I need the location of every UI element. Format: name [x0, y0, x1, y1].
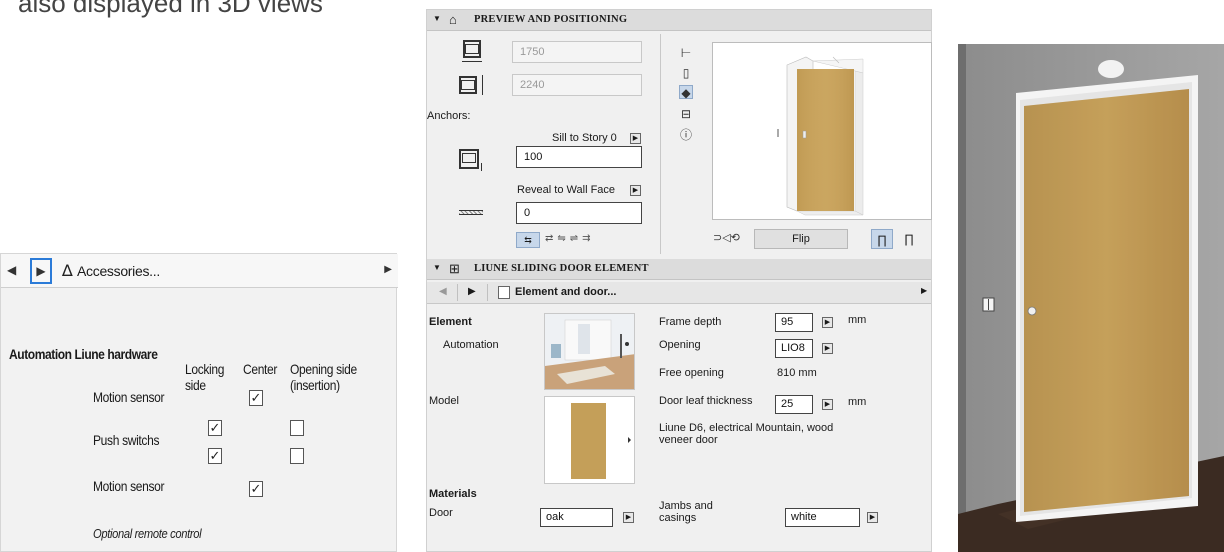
door-material-label: Door	[429, 507, 453, 519]
element-tab-title[interactable]: Element and door...	[515, 286, 616, 298]
checkbox-push-opening-2[interactable]	[290, 448, 304, 464]
automation-thumbnail[interactable]	[544, 313, 635, 390]
column-header-locking: Locking side	[185, 361, 225, 393]
tab-page-icon	[498, 286, 510, 299]
accessories-panel: ◀ ▶ ∆ Accessories... ▶ Automation Liune …	[0, 253, 398, 552]
jambs-material-field[interactable]: white	[785, 508, 860, 527]
door-preview-icon: ⌂	[449, 12, 458, 27]
element-tab-bar: ◀ ▶ Element and door... ▶	[427, 282, 931, 304]
reveal-anchor-menu-arrow[interactable]: ▶	[630, 185, 641, 196]
leaf-thickness-label: Door leaf thickness	[659, 395, 753, 407]
element-section-header[interactable]: ▼ ⊞ LIUNE SLIDING DOOR ELEMENT	[427, 259, 931, 280]
reveal-icon	[459, 200, 485, 224]
element-section-title: LIUNE SLIDING DOOR ELEMENT	[474, 263, 649, 274]
automation-section-title: Automation Liune hardware	[9, 346, 158, 362]
frame-depth-field[interactable]: 95	[775, 313, 813, 332]
row-label-motion-sensor-2: Motion sensor	[93, 478, 165, 494]
info-icon[interactable]: ⓘ	[679, 128, 693, 142]
settings-panel: ▼ ⌂ PREVIEW AND POSITIONING 1750 2240 An…	[426, 9, 932, 552]
sill-field[interactable]: 100	[516, 146, 642, 168]
swing-direction-icon[interactable]: ⊃◁⟲	[713, 231, 740, 244]
free-opening-label: Free opening	[659, 367, 724, 379]
floor-plan-view-icon[interactable]: ⊢	[679, 46, 693, 60]
3d-view-icon[interactable]: ◆	[679, 85, 693, 100]
prev-page-button[interactable]: ◀	[7, 263, 16, 277]
materials-label: Materials	[429, 488, 477, 500]
leaf-thickness-field[interactable]: 25	[775, 395, 813, 414]
opening-field[interactable]: LIO8	[775, 339, 813, 358]
checkbox-motion2-center[interactable]: ✓	[249, 481, 263, 497]
accessories-tab-title[interactable]: Accessories...	[77, 263, 160, 279]
opening-label: Opening	[659, 339, 701, 351]
checkbox-push-locking-2[interactable]: ✓	[208, 448, 222, 464]
next-tab-button[interactable]: ▶	[468, 286, 476, 297]
column-header-center: Center	[243, 361, 278, 377]
sill-height-icon	[459, 149, 485, 173]
height-field[interactable]: 2240	[512, 74, 642, 96]
free-opening-value: 810 mm	[777, 367, 817, 379]
align-inside-button[interactable]: ∏	[871, 229, 893, 249]
frame-depth-label: Frame depth	[659, 316, 722, 328]
accessories-icon: ∆	[62, 261, 73, 280]
opening-menu-arrow[interactable]: ▶	[822, 343, 833, 354]
row-label-motion-sensor: Motion sensor	[93, 389, 165, 405]
leaf-thickness-unit: mm	[848, 396, 867, 408]
checkbox-push-opening-1[interactable]	[290, 420, 304, 436]
next-page-button[interactable]: ▶	[30, 258, 52, 284]
vertical-separator	[660, 34, 661, 254]
anchor-options-icons[interactable]: ⇄⇋⇌⇉	[545, 233, 595, 244]
model-description: Liune D6, electrical Mountain, wood vene…	[659, 422, 834, 446]
tab-menu-arrow-icon[interactable]: ▶	[384, 264, 392, 275]
3d-door-render	[958, 44, 1224, 552]
door-preview-graphic	[777, 56, 864, 216]
row-label-push-switches: Push switchs	[93, 432, 160, 448]
door-3d-preview	[712, 42, 932, 220]
sill-anchor-label: Sill to Story 0	[552, 132, 617, 144]
section-view-icon[interactable]: ⊟	[679, 107, 693, 121]
frame-depth-menu-arrow[interactable]: ▶	[822, 317, 833, 328]
optional-remote-note: Optional remote control	[93, 526, 202, 541]
element-label: Element	[429, 316, 472, 328]
anchors-label: Anchors:	[427, 110, 471, 122]
sill-anchor-menu-arrow[interactable]: ▶	[630, 133, 641, 144]
column-header-opening: Opening side (insertion)	[290, 361, 357, 393]
frame-depth-unit: mm	[848, 314, 867, 326]
width-icon	[459, 40, 485, 64]
sliding-door-icon: ⊞	[449, 261, 461, 276]
automation-room-image	[545, 314, 634, 389]
model-thumbnail[interactable]	[544, 396, 635, 484]
prev-tab-button[interactable]: ◀	[439, 286, 447, 297]
door-material-field[interactable]: oak	[540, 508, 613, 527]
accessories-tab-bar: ◀ ▶ ∆ Accessories... ▶	[1, 254, 398, 288]
caption-text: also displayed in 3D views	[18, 0, 323, 18]
anchor-both-button[interactable]: ⇆	[516, 232, 540, 248]
door-material-menu-arrow[interactable]: ▶	[623, 512, 634, 523]
jambs-material-menu-arrow[interactable]: ▶	[867, 512, 878, 523]
reveal-anchor-label: Reveal to Wall Face	[517, 184, 616, 196]
reveal-field[interactable]: 0	[516, 202, 642, 224]
3d-door-view	[958, 44, 1224, 552]
elevation-view-icon[interactable]: ▯	[679, 66, 693, 80]
width-field[interactable]: 1750	[512, 41, 642, 63]
preview-section-header[interactable]: ▼ ⌂ PREVIEW AND POSITIONING	[427, 10, 931, 31]
leaf-thickness-menu-arrow[interactable]: ▶	[822, 399, 833, 410]
jambs-label: Jambs and casings	[659, 500, 713, 524]
checkbox-motion-center[interactable]: ✓	[249, 390, 263, 406]
model-door-image	[545, 397, 634, 483]
collapse-triangle-icon-2[interactable]: ▼	[433, 263, 441, 272]
collapse-triangle-icon[interactable]: ▼	[433, 14, 441, 23]
tab-menu-arrow-icon-2[interactable]: ▶	[921, 286, 927, 295]
flip-button[interactable]: Flip	[754, 229, 848, 249]
align-outside-button[interactable]: ∏	[898, 229, 920, 249]
model-label: Model	[429, 395, 459, 407]
automation-label: Automation	[443, 339, 499, 351]
height-icon	[459, 74, 485, 98]
preview-section-title: PREVIEW AND POSITIONING	[474, 14, 628, 25]
checkbox-push-locking-1[interactable]: ✓	[208, 420, 222, 436]
